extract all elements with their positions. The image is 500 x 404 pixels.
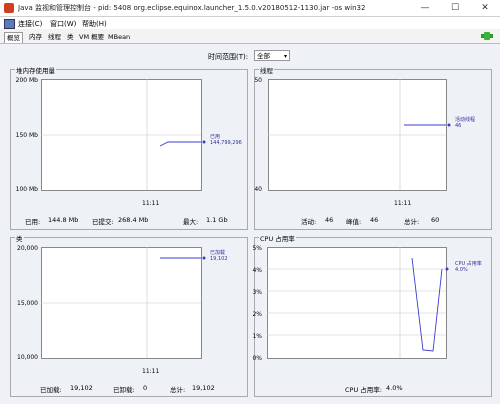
cpu-legend-marker xyxy=(445,267,449,271)
cpu-legend-value: 4.0% xyxy=(455,267,468,273)
cpu-stat-label: CPU 占用率: xyxy=(345,386,382,394)
cpu-stat-value: 4.0% xyxy=(386,384,403,392)
cpu-series xyxy=(411,257,443,352)
cpu-chart-lines xyxy=(267,247,449,358)
